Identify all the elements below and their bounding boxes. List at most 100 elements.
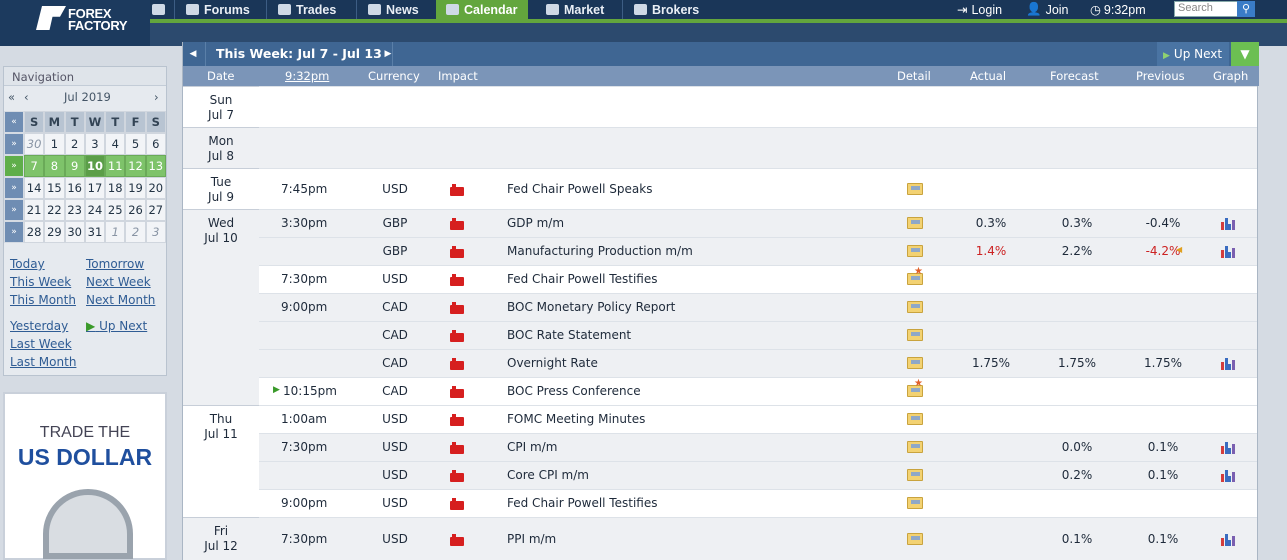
calendar-day[interactable]: 25	[105, 199, 126, 221]
search-button[interactable]: ⚲	[1237, 1, 1255, 17]
calendar-day[interactable]: 17	[84, 177, 106, 199]
event-row[interactable]: 7:30pm USD PPI m/m 0.1% 0.1%	[259, 517, 1257, 560]
calendar-day[interactable]: 1	[44, 133, 65, 155]
link-yesterday[interactable]: Yesterday	[10, 317, 76, 335]
prev-year-icon[interactable]: «	[8, 90, 24, 104]
week-select-button[interactable]: »	[4, 221, 24, 243]
calendar-day[interactable]: 22	[44, 199, 65, 221]
calendar-day[interactable]: 7	[23, 155, 45, 177]
calendar-day[interactable]: 13	[145, 155, 166, 177]
calendar-day[interactable]: 18	[105, 177, 126, 199]
detail-folder-icon[interactable]	[907, 469, 923, 481]
next-month-icon[interactable]: ›	[154, 90, 159, 104]
graph-chart-icon[interactable]	[1221, 244, 1235, 258]
detail-folder-icon[interactable]	[907, 497, 923, 509]
detail-folder-icon[interactable]	[907, 329, 923, 341]
detail-folder-icon[interactable]	[907, 378, 923, 397]
link-next-week[interactable]: Next Week	[86, 273, 155, 291]
event-row[interactable]: 1:00am USD FOMC Meeting Minutes	[259, 405, 1257, 433]
event-row[interactable]: 7:30pm USD CPI m/m 0.0% 0.1%	[259, 433, 1257, 461]
event-row[interactable]: 9:00pm CAD BOC Monetary Policy Report	[259, 293, 1257, 321]
calendar-day[interactable]: 4	[105, 133, 126, 155]
calendar-day[interactable]: 3	[84, 133, 106, 155]
week-select-button[interactable]: »	[4, 177, 24, 199]
link-next-month[interactable]: Next Month	[86, 291, 155, 309]
link-this-month[interactable]: This Month	[10, 291, 76, 309]
nav-trades[interactable]: Trades	[268, 0, 346, 19]
link-last-month[interactable]: Last Month	[10, 353, 76, 371]
next-week-button[interactable]: ▶	[378, 42, 398, 66]
calendar-day[interactable]: 14	[23, 177, 45, 199]
filter-button[interactable]: ▼	[1231, 42, 1259, 66]
calendar-day[interactable]: 23	[64, 199, 85, 221]
calendar-day[interactable]: 12	[125, 155, 146, 177]
up-next-button[interactable]: ▶ Up Next	[1157, 42, 1229, 66]
calendar-day[interactable]: 8	[44, 155, 65, 177]
calendar-day[interactable]: 2	[125, 221, 146, 243]
forexfactory-logo[interactable]: FOREX FACTORY	[0, 0, 150, 46]
calendar-day[interactable]: 30	[64, 221, 85, 243]
nav-forums[interactable]: Forums	[176, 0, 260, 19]
calendar-day[interactable]: 27	[145, 199, 166, 221]
detail-folder-icon[interactable]	[907, 441, 923, 453]
detail-folder-icon[interactable]	[907, 217, 923, 229]
detail-folder-icon[interactable]	[907, 301, 923, 313]
prev-week-button[interactable]: ◀	[183, 42, 203, 66]
link-this-week[interactable]: This Week	[10, 273, 76, 291]
calendar-day[interactable]: 15	[44, 177, 65, 199]
week-select-button[interactable]: »	[4, 155, 24, 177]
graph-chart-icon[interactable]	[1221, 468, 1235, 482]
detail-folder-icon[interactable]	[907, 533, 923, 545]
link-today[interactable]: Today	[10, 255, 76, 273]
event-row[interactable]: USD Core CPI m/m 0.2% 0.1%	[259, 461, 1257, 489]
calendar-day[interactable]: 3	[145, 221, 166, 243]
calendar-day[interactable]: 16	[64, 177, 85, 199]
event-row[interactable]: 7:30pm USD Fed Chair Powell Testifies	[259, 265, 1257, 293]
calendar-day[interactable]: 19	[125, 177, 146, 199]
calendar-day[interactable]: 2	[64, 133, 85, 155]
calendar-day[interactable]: 6	[145, 133, 166, 155]
calendar-day[interactable]: 31	[84, 221, 106, 243]
calendar-day[interactable]: 1	[105, 221, 126, 243]
calendar-day[interactable]: 24	[84, 199, 106, 221]
prev-month-icon[interactable]: ‹	[24, 90, 64, 104]
calendar-day[interactable]: 28	[23, 221, 45, 243]
nav-news[interactable]: News	[358, 0, 429, 19]
graph-chart-icon[interactable]	[1221, 532, 1235, 546]
event-row[interactable]: CAD BOC Rate Statement	[259, 321, 1257, 349]
detail-folder-icon[interactable]	[907, 357, 923, 369]
calendar-day[interactable]: 29	[44, 221, 65, 243]
detail-folder-icon[interactable]	[907, 413, 923, 425]
link-last-week[interactable]: Last Week	[10, 335, 76, 353]
calendar-day[interactable]: 30	[23, 133, 45, 155]
calendar-day[interactable]: 9	[64, 155, 85, 177]
link-tomorrow[interactable]: Tomorrow	[86, 255, 155, 273]
clock[interactable]: ◷ 9:32pm	[1090, 0, 1146, 19]
event-row[interactable]: CAD Overnight Rate 1.75% 1.75% 1.75%	[259, 349, 1257, 377]
graph-chart-icon[interactable]	[1221, 440, 1235, 454]
nav-brokers[interactable]: Brokers	[624, 0, 709, 19]
join-link[interactable]: 👤 Join	[1026, 0, 1069, 19]
event-row[interactable]: 9:00pm USD Fed Chair Powell Testifies	[259, 489, 1257, 517]
event-row[interactable]: 3:30pm GBP GDP m/m 0.3% 0.3% -0.4%	[259, 209, 1257, 237]
col-time[interactable]: 9:32pm	[285, 69, 329, 83]
graph-chart-icon[interactable]	[1221, 216, 1235, 230]
calendar-day[interactable]: 21	[23, 199, 45, 221]
calendar-day[interactable]: 10	[84, 155, 106, 177]
event-row[interactable]: GBP Manufacturing Production m/m 1.4% 2.2% -…	[259, 237, 1257, 265]
event-row[interactable]: ▶ 10:15pm CAD BOC Press Conference	[259, 377, 1257, 405]
detail-folder-icon[interactable]	[907, 266, 923, 285]
event-row[interactable]: 7:45pm USD Fed Chair Powell Speaks	[259, 168, 1257, 209]
week-select-button[interactable]: »	[4, 199, 24, 221]
calendar-day[interactable]: 26	[125, 199, 146, 221]
detail-folder-icon[interactable]	[907, 245, 923, 257]
week-title[interactable]: This Week: Jul 7 - Jul 13	[205, 42, 393, 66]
calendar-day[interactable]: 5	[125, 133, 146, 155]
month-label[interactable]: Jul 2019	[64, 90, 154, 104]
calendar-day[interactable]: 20	[145, 177, 166, 199]
calendar-day[interactable]: 11	[105, 155, 126, 177]
nav-market[interactable]: Market	[536, 0, 614, 19]
login-link[interactable]: ⇥ Login	[957, 0, 1002, 19]
link-up-next[interactable]: ▶ Up Next	[86, 317, 147, 335]
week-select-button[interactable]: »	[4, 133, 24, 155]
